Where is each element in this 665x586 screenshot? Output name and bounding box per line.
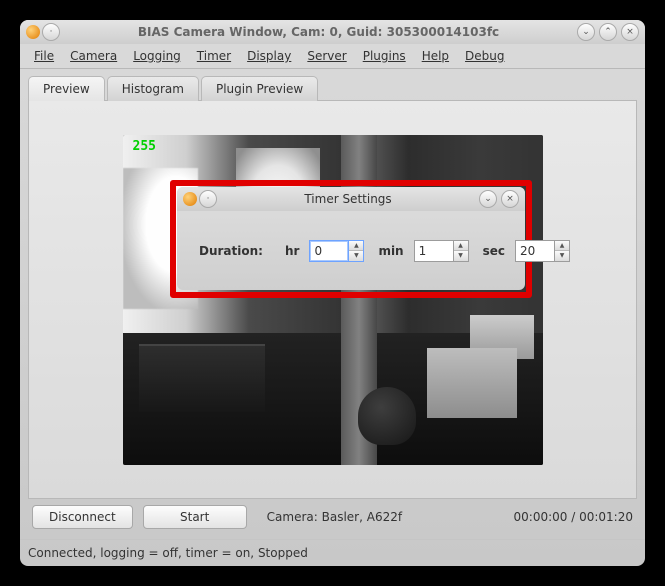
maximize-button[interactable]: ⌃ <box>599 23 617 41</box>
hr-field[interactable]: 0 ▲▼ <box>309 240 364 262</box>
menubar: File Camera Logging Timer Display Server… <box>20 44 645 69</box>
tab-preview[interactable]: Preview <box>28 76 105 101</box>
sec-up-icon[interactable]: ▲ <box>555 241 569 252</box>
tab-histogram[interactable]: Histogram <box>107 76 199 101</box>
close-button[interactable]: × <box>621 23 639 41</box>
menu-help[interactable]: Help <box>416 47 455 65</box>
min-label: min <box>378 244 403 258</box>
main-window: · BIAS Camera Window, Cam: 0, Guid: 3053… <box>20 20 645 566</box>
menu-debug[interactable]: Debug <box>459 47 510 65</box>
disconnect-button[interactable]: Disconnect <box>32 505 133 529</box>
sec-field[interactable]: 20 ▲▼ <box>515 240 570 262</box>
hr-label: hr <box>285 244 299 258</box>
tab-plugin-preview[interactable]: Plugin Preview <box>201 76 318 101</box>
menu-camera[interactable]: Camera <box>64 47 123 65</box>
window-title: BIAS Camera Window, Cam: 0, Guid: 305300… <box>60 25 577 39</box>
duration-label: Duration: <box>199 244 263 258</box>
min-field[interactable]: 1 ▲▼ <box>414 240 469 262</box>
sec-value[interactable]: 20 <box>515 240 554 262</box>
menu-timer[interactable]: Timer <box>191 47 237 65</box>
time-label: 00:00:00 / 00:01:20 <box>514 510 633 524</box>
menu-file[interactable]: File <box>28 47 60 65</box>
menu-plugins[interactable]: Plugins <box>357 47 412 65</box>
app-icon <box>26 25 40 39</box>
sec-label: sec <box>483 244 505 258</box>
sec-down-icon[interactable]: ▼ <box>555 251 569 261</box>
status-bar: Connected, logging = off, timer = on, St… <box>20 539 645 566</box>
dialog-minimize-button[interactable]: ⌄ <box>479 190 497 208</box>
menu-logging[interactable]: Logging <box>127 47 187 65</box>
hr-value[interactable]: 0 <box>309 240 348 262</box>
menu-display[interactable]: Display <box>241 47 297 65</box>
minimize-button[interactable]: ⌄ <box>577 23 595 41</box>
dialog-title: Timer Settings <box>217 192 479 206</box>
tab-row: Preview Histogram Plugin Preview <box>28 75 637 101</box>
dialog-menu-button[interactable]: · <box>199 190 217 208</box>
min-up-icon[interactable]: ▲ <box>454 241 468 252</box>
menu-server[interactable]: Server <box>301 47 352 65</box>
hr-down-icon[interactable]: ▼ <box>349 251 363 261</box>
hr-up-icon[interactable]: ▲ <box>349 241 363 252</box>
dialog-close-button[interactable]: × <box>501 190 519 208</box>
timer-settings-dialog: · Timer Settings ⌄ × Duration: hr 0 ▲▼ m… <box>177 187 525 290</box>
preview-pane: 255 <box>28 101 637 499</box>
min-down-icon[interactable]: ▼ <box>454 251 468 261</box>
bottom-bar: Disconnect Start Camera: Basler, A622f 0… <box>28 499 637 535</box>
start-button[interactable]: Start <box>143 505 247 529</box>
pixel-value: 255 <box>133 139 156 154</box>
app-icon <box>183 192 197 206</box>
min-value[interactable]: 1 <box>414 240 453 262</box>
camera-label: Camera: Basler, A622f <box>267 510 402 524</box>
titlebar: · BIAS Camera Window, Cam: 0, Guid: 3053… <box>20 20 645 44</box>
menu-button[interactable]: · <box>42 23 60 41</box>
